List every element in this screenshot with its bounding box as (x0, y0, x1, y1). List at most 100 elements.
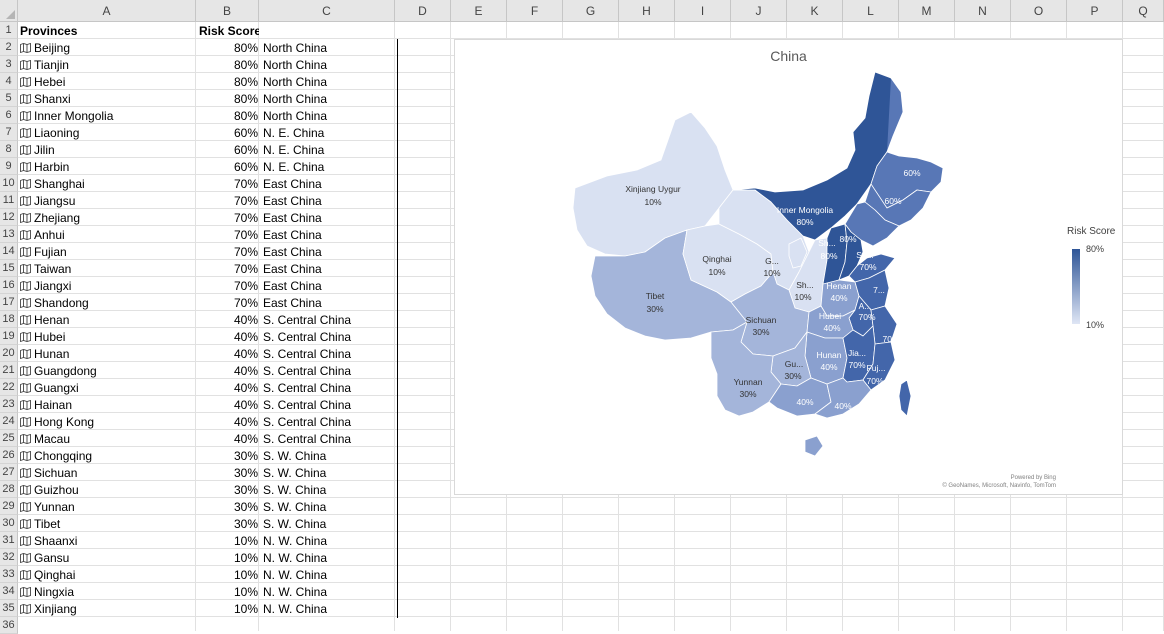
cell-region[interactable]: East China (261, 295, 397, 312)
cell-region[interactable]: S. Central China (261, 380, 397, 397)
row-header[interactable]: 3 (0, 56, 18, 73)
cell-risk-score[interactable]: 10% (197, 584, 259, 601)
row-header[interactable]: 16 (0, 277, 18, 294)
cell-province[interactable]: Yunnan (20, 499, 196, 516)
select-all-corner[interactable] (0, 0, 18, 22)
cell-region[interactable]: N. W. China (261, 584, 397, 601)
cell-region[interactable]: North China (261, 91, 397, 108)
cell-risk-score[interactable]: 80% (197, 74, 259, 91)
row-header[interactable]: 35 (0, 600, 18, 617)
cell-risk-score[interactable]: 30% (197, 465, 259, 482)
cell-region[interactable]: S. Central China (261, 346, 397, 363)
cell-province[interactable]: Fujian (20, 244, 196, 261)
column-header[interactable]: J (731, 0, 787, 22)
cell-risk-score[interactable]: 40% (197, 431, 259, 448)
cell-province[interactable]: Hunan (20, 346, 196, 363)
cell-province[interactable]: Anhui (20, 227, 196, 244)
cell-province[interactable]: Guizhou (20, 482, 196, 499)
cell-province[interactable]: Beijing (20, 40, 196, 57)
row-header[interactable]: 15 (0, 260, 18, 277)
cell-region[interactable]: East China (261, 210, 397, 227)
cell-province[interactable]: Sichuan (20, 465, 196, 482)
cell-risk-score[interactable]: 70% (197, 295, 259, 312)
cell-risk-score[interactable]: 70% (197, 244, 259, 261)
cell-region[interactable]: N. W. China (261, 567, 397, 584)
cell-risk-score[interactable]: 10% (197, 550, 259, 567)
cell-risk-score[interactable]: 80% (197, 57, 259, 74)
cell-risk-score[interactable]: 40% (197, 346, 259, 363)
cell-province[interactable]: Xinjiang (20, 601, 196, 618)
row-header[interactable]: 8 (0, 141, 18, 158)
row-header[interactable]: 1 (0, 22, 18, 39)
column-header[interactable]: B (196, 0, 259, 22)
cell-risk-score[interactable]: 30% (197, 516, 259, 533)
cell-risk-score[interactable]: 60% (197, 159, 259, 176)
cell-region[interactable]: S. Central China (261, 312, 397, 329)
row-header[interactable]: 27 (0, 464, 18, 481)
cell-region[interactable]: North China (261, 57, 397, 74)
cell-province[interactable]: Shaanxi (20, 533, 196, 550)
row-header[interactable]: 36 (0, 617, 18, 634)
cell-province[interactable]: Liaoning (20, 125, 196, 142)
cell-risk-score[interactable]: 40% (197, 329, 259, 346)
cell-province[interactable]: Macau (20, 431, 196, 448)
row-header[interactable]: 28 (0, 481, 18, 498)
cell-region[interactable]: North China (261, 40, 397, 57)
cell-region[interactable]: N. E. China (261, 159, 397, 176)
cell-province[interactable]: Gansu (20, 550, 196, 567)
cell-risk-score[interactable]: 70% (197, 278, 259, 295)
cell-risk-score[interactable]: 10% (197, 567, 259, 584)
cell-region[interactable]: S. W. China (261, 516, 397, 533)
cell-province[interactable]: Hong Kong (20, 414, 196, 431)
cell-province[interactable]: Henan (20, 312, 196, 329)
column-header[interactable]: C (259, 0, 395, 22)
cell-risk-score[interactable]: 40% (197, 363, 259, 380)
cell-region[interactable]: S. Central China (261, 431, 397, 448)
cell-risk-score[interactable]: 30% (197, 448, 259, 465)
column-header[interactable]: N (955, 0, 1011, 22)
cell-region[interactable]: S. W. China (261, 499, 397, 516)
cell-region[interactable]: N. E. China (261, 125, 397, 142)
row-header[interactable]: 21 (0, 362, 18, 379)
cell-region[interactable]: S. W. China (261, 448, 397, 465)
row-header[interactable]: 20 (0, 345, 18, 362)
row-header[interactable]: 31 (0, 532, 18, 549)
row-header[interactable]: 23 (0, 396, 18, 413)
column-header[interactable]: E (451, 0, 507, 22)
cell-region[interactable]: S. W. China (261, 482, 397, 499)
cell-region[interactable]: East China (261, 278, 397, 295)
cell-province[interactable]: Guangxi (20, 380, 196, 397)
cell-province[interactable]: Taiwan (20, 261, 196, 278)
cell-risk-score[interactable]: 40% (197, 414, 259, 431)
cell-risk-score[interactable]: 80% (197, 91, 259, 108)
cell-risk-score[interactable]: 70% (197, 176, 259, 193)
cell-province[interactable]: Chongqing (20, 448, 196, 465)
cell-region[interactable]: N. W. China (261, 601, 397, 618)
cell-province[interactable]: Ningxia (20, 584, 196, 601)
cell-risk-score[interactable]: 60% (197, 142, 259, 159)
cell-province[interactable]: Jilin (20, 142, 196, 159)
column-header[interactable]: P (1067, 0, 1123, 22)
row-header[interactable]: 6 (0, 107, 18, 124)
cell-province[interactable]: Tibet (20, 516, 196, 533)
china-map-chart[interactable]: China Xinjiang Uygur 10% Inner Mongolia … (454, 39, 1123, 495)
cell-region[interactable]: S. W. China (261, 465, 397, 482)
row-header[interactable]: 12 (0, 209, 18, 226)
cell-province[interactable]: Zhejiang (20, 210, 196, 227)
cell-risk-score[interactable]: 80% (197, 40, 259, 57)
row-header[interactable]: 19 (0, 328, 18, 345)
cell-region[interactable]: N. W. China (261, 550, 397, 567)
cell-risk-score[interactable]: 40% (197, 397, 259, 414)
cell-province[interactable]: Tianjin (20, 57, 196, 74)
cell-province[interactable]: Shanghai (20, 176, 196, 193)
row-header[interactable]: 18 (0, 311, 18, 328)
cell-region[interactable]: East China (261, 227, 397, 244)
row-header[interactable]: 29 (0, 498, 18, 515)
cell-region[interactable]: East China (261, 261, 397, 278)
column-header[interactable]: H (619, 0, 675, 22)
row-header[interactable]: 2 (0, 39, 18, 56)
column-header[interactable]: A (18, 0, 196, 22)
cell-region[interactable]: East China (261, 176, 397, 193)
column-header[interactable]: L (843, 0, 899, 22)
cell-risk-score[interactable]: 30% (197, 482, 259, 499)
